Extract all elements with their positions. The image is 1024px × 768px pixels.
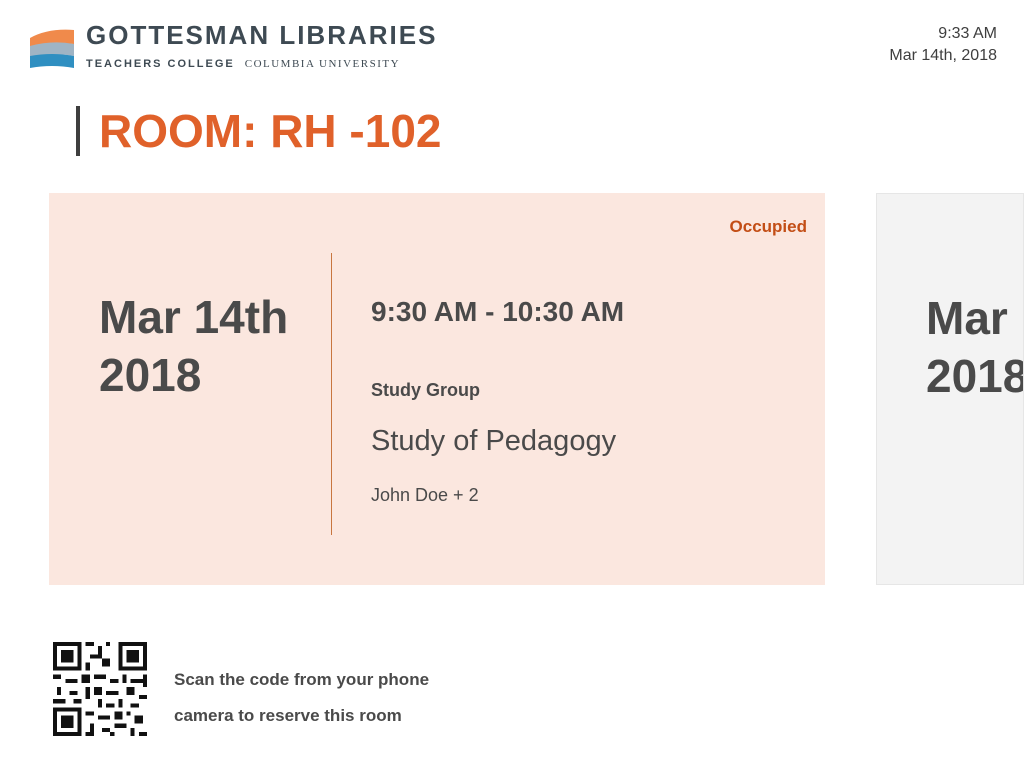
scan-instructions: Scan the code from your phone camera to …: [174, 662, 474, 734]
booking-time-range: 9:30 AM - 10:30 AM: [371, 296, 625, 327]
room-title: ROOM: RH -102: [76, 106, 441, 156]
logo-title: GOTTESMAN LIBRARIES: [86, 20, 438, 50]
current-time: 9:33 AM: [938, 25, 997, 42]
booking-date: Mar 14th 2018: [99, 288, 288, 404]
logo-college: TEACHERS COLLEGE: [86, 58, 235, 70]
scan-instructions-line1: Scan the code from your phone: [174, 670, 430, 689]
library-logo: GOTTESMAN LIBRARIES TEACHERS COLLEGE COLU…: [28, 20, 437, 72]
library-logo-icon: [30, 29, 74, 68]
booking-date-year: 2018: [99, 349, 202, 401]
booking-title: Study of Pedagogy: [371, 425, 617, 457]
status-badge: Occupied: [729, 217, 807, 236]
current-date: Mar 14th, 2018: [889, 47, 997, 64]
next-booking-date: Mar 14th 2018: [926, 289, 1024, 405]
header-clock: 9:33 AM Mar 14th, 2018: [889, 23, 997, 67]
next-booking-card[interactable]: Mar 14th 2018: [876, 193, 1024, 585]
booking-date-day: Mar 14th: [99, 291, 289, 343]
scan-instructions-line2: camera to reserve this room: [174, 706, 402, 725]
next-booking-date-year: 2018: [926, 350, 1024, 402]
next-booking-date-day: Mar 14th: [926, 292, 1023, 344]
booking-type: Study Group: [371, 380, 480, 400]
qr-code-icon: [49, 638, 151, 740]
logo-university: COLUMBIA UNIVERSITY: [244, 58, 401, 70]
current-booking-card[interactable]: Occupied Mar 14th 2018 9:30 AM - 10:30 A…: [49, 193, 825, 585]
booking-host: John Doe + 2: [371, 485, 479, 505]
card-divider: [331, 253, 332, 535]
